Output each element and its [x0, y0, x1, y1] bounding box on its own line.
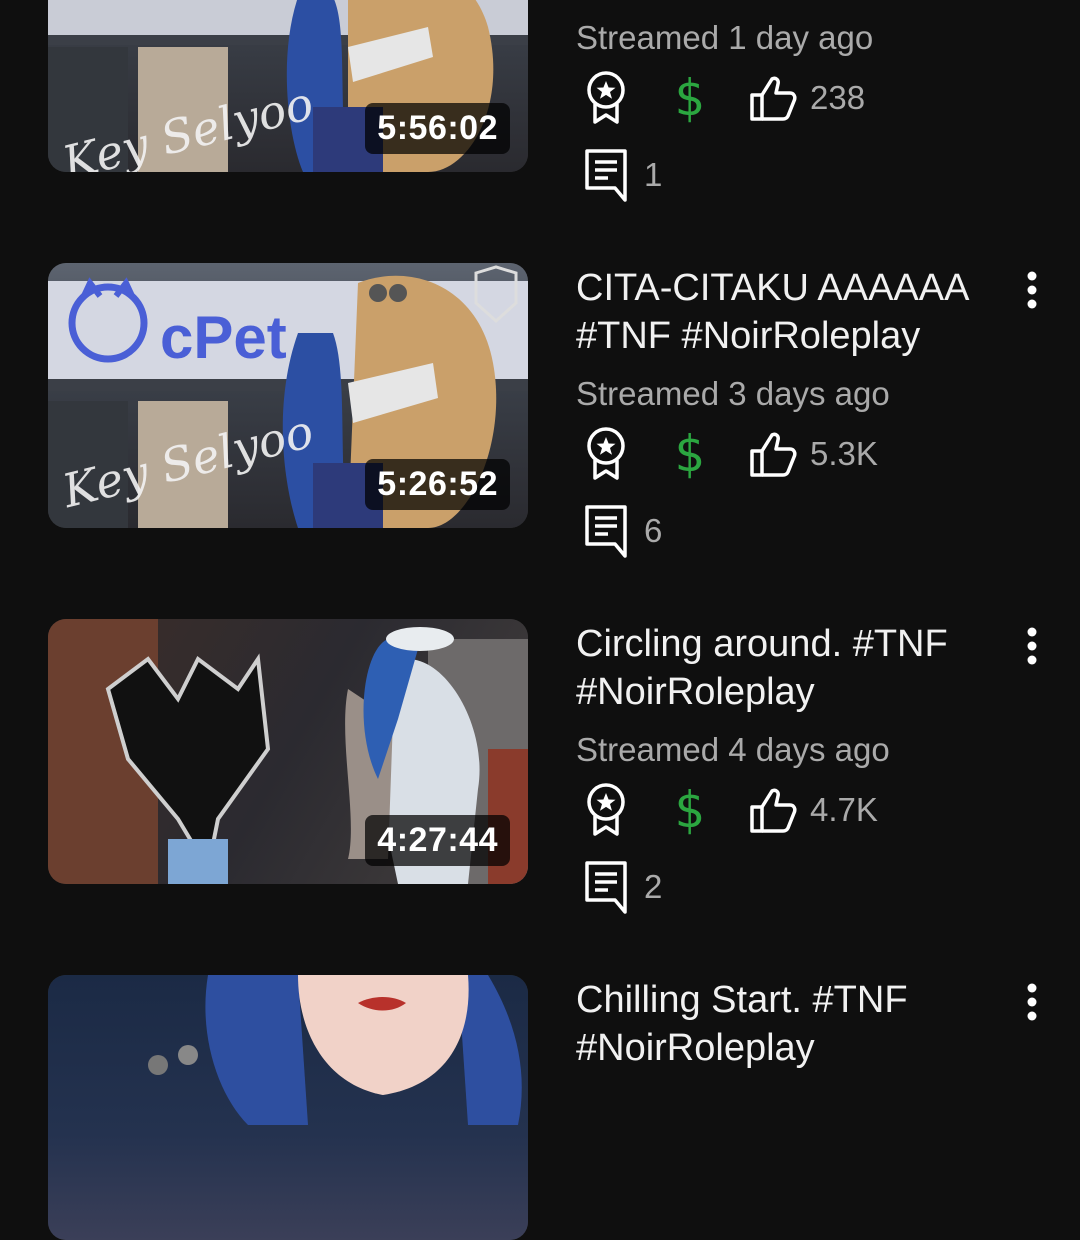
like-count: 5.3K	[810, 435, 878, 472]
comment-icon	[585, 861, 627, 914]
video-thumbnail[interactable]: cPet Key Selyoo 5:26:52	[48, 263, 528, 528]
video-thumbnail[interactable]: 4:27:44	[48, 619, 528, 884]
more-vertical-icon	[1027, 271, 1037, 309]
like-count: 4.7K	[810, 791, 878, 828]
comment-count: 6	[644, 512, 663, 549]
video-actions: $ 5.3K	[576, 424, 1056, 484]
more-options-button[interactable]	[1012, 262, 1052, 322]
award-icon	[587, 783, 625, 836]
supporter-button[interactable]	[584, 424, 628, 484]
thumbs-up-icon	[750, 76, 797, 121]
award-icon	[587, 427, 625, 480]
like-button[interactable]: 5.3K	[748, 424, 878, 484]
dollar-icon: $	[674, 781, 705, 839]
video-meta: Streamed 1 day ago	[576, 19, 874, 56]
comment-button[interactable]: 1	[584, 145, 662, 205]
dollar-icon: $	[674, 425, 705, 483]
comment-button[interactable]: 2	[584, 857, 662, 917]
comment-button[interactable]: 6	[584, 501, 662, 561]
comment-icon	[585, 149, 627, 202]
comment-count: 2	[644, 868, 663, 905]
video-meta: Streamed 4 days ago	[576, 731, 890, 768]
thumbs-up-icon	[750, 788, 797, 833]
video-title[interactable]: CITA-CITAKU AAAAAA #TNF #NoirRoleplay	[576, 264, 996, 360]
video-meta: Streamed 3 days ago	[576, 375, 890, 412]
like-count: 238	[810, 79, 866, 116]
video-thumbnail[interactable]	[48, 975, 528, 1240]
super-thanks-button[interactable]: $	[674, 68, 704, 128]
more-vertical-icon	[1027, 983, 1037, 1021]
comment-icon	[585, 505, 627, 558]
video-title[interactable]: Chilling Start. #TNF #NoirRoleplay	[576, 976, 996, 1072]
video-thumbnail[interactable]: Key Selyoo 5:56:02	[48, 0, 528, 172]
like-button[interactable]: 238	[748, 68, 865, 128]
video-actions: $ 238	[576, 68, 1056, 128]
supporter-button[interactable]	[584, 780, 628, 840]
video-duration: 4:27:44	[365, 815, 510, 866]
thumbnail-store-sign: cPet	[160, 304, 287, 371]
super-thanks-button[interactable]: $	[674, 424, 704, 484]
more-vertical-icon	[1027, 627, 1037, 665]
video-title[interactable]: Circling around. #TNF #NoirRoleplay	[576, 620, 996, 716]
thumbnail-image	[48, 975, 528, 1240]
super-thanks-button[interactable]: $	[674, 780, 704, 840]
thumbs-up-icon	[750, 432, 797, 477]
video-actions: $ 4.7K	[576, 780, 1056, 840]
award-icon	[587, 71, 625, 124]
dollar-icon: $	[674, 69, 705, 127]
video-duration: 5:26:52	[365, 459, 510, 510]
more-options-button[interactable]	[1012, 618, 1052, 678]
comment-count: 1	[644, 156, 663, 193]
more-options-button[interactable]	[1012, 974, 1052, 1034]
like-button[interactable]: 4.7K	[748, 780, 878, 840]
supporter-button[interactable]	[584, 68, 628, 128]
thumbnail-art	[148, 975, 522, 1125]
video-duration: 5:56:02	[365, 103, 510, 154]
